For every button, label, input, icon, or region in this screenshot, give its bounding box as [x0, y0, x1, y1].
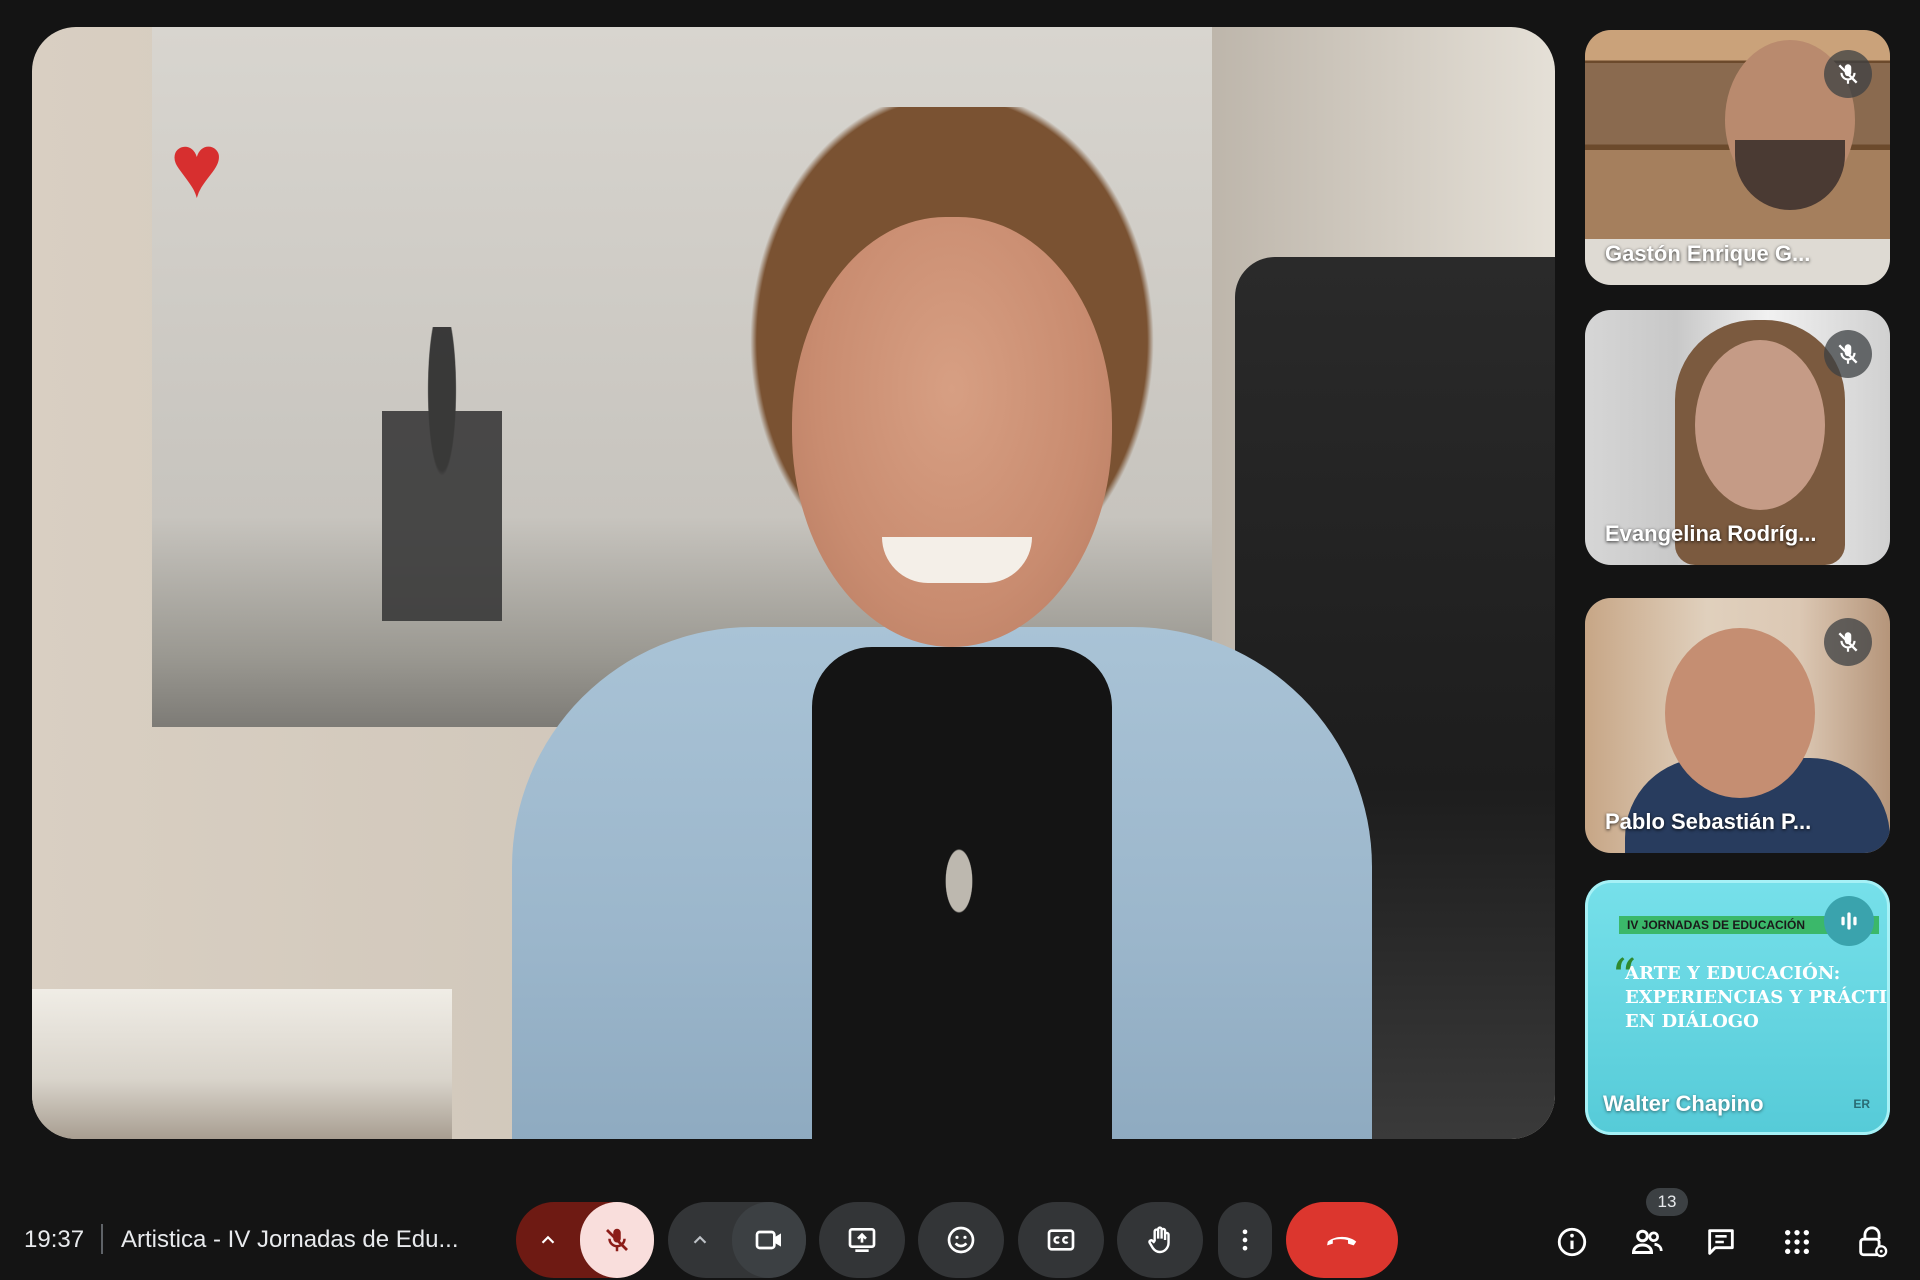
present-screen-button[interactable] — [819, 1202, 905, 1278]
paper-stack — [32, 989, 452, 1139]
participant-tile[interactable]: Pablo Sebastián P... — [1585, 598, 1890, 853]
meeting-title[interactable]: Artistica - IV Jornadas de Edu... — [121, 1226, 459, 1254]
people-button[interactable] — [1621, 1216, 1673, 1268]
leave-call-button[interactable] — [1286, 1202, 1398, 1278]
emoji-reaction-button[interactable] — [918, 1202, 1004, 1278]
participant-tile[interactable]: Gastón Enrique G... — [1585, 30, 1890, 285]
apps-icon — [1785, 1230, 1809, 1254]
meeting-details-button[interactable] — [1546, 1216, 1598, 1268]
chat-button[interactable] — [1695, 1216, 1747, 1268]
heart-balloon-graphic: ♥ — [170, 117, 224, 217]
participant-tile[interactable]: Evangelina Rodríg... — [1585, 310, 1890, 565]
speaking-indicator-icon — [1824, 896, 1874, 946]
emoji-icon — [947, 1226, 975, 1254]
more-vert-icon — [1242, 1229, 1248, 1251]
video-settings-chevron-icon[interactable] — [668, 1202, 732, 1278]
mic-off-button[interactable] — [580, 1202, 654, 1278]
mic-control-group — [516, 1202, 654, 1278]
camera-button[interactable] — [732, 1202, 806, 1278]
mic-muted-icon — [1824, 50, 1872, 98]
raise-hand-icon — [1148, 1226, 1170, 1254]
participant-name: Walter Chapino — [1603, 1091, 1764, 1116]
meet-window: ♥ Gastón Enrique G... Evangelina Rodríg.… — [0, 0, 1920, 1280]
people-icon — [1631, 1229, 1663, 1254]
participant-tile-presenter[interactable]: IV JORNADAS DE EDUCACIÓN “ ARTE Y EDUCAC… — [1585, 880, 1890, 1135]
info-icon — [1557, 1227, 1587, 1257]
participant-name: Gastón Enrique G... — [1605, 241, 1811, 266]
captions-icon — [1047, 1229, 1075, 1251]
organization-logo: ER — [1853, 1097, 1870, 1111]
bottom-control-bar: 19:37 Artistica - IV Jornadas de Edu... — [0, 1180, 1920, 1280]
participant-name: Pablo Sebastián P... — [1605, 809, 1812, 834]
presentation-title: ARTE Y EDUCACIÓN: EXPERIENCIAS Y PRÁCTI … — [1625, 963, 1888, 1032]
present-screen-icon — [848, 1228, 876, 1252]
raise-hand-button[interactable] — [1117, 1202, 1203, 1278]
activities-button[interactable] — [1771, 1216, 1823, 1268]
main-speaker-video[interactable]: ♥ — [32, 27, 1555, 1139]
camera-control-group — [668, 1202, 806, 1278]
host-controls-button[interactable] — [1846, 1216, 1898, 1268]
mic-muted-icon — [1824, 618, 1872, 666]
divider — [101, 1224, 103, 1254]
girl-with-balloon-graphic — [382, 327, 502, 747]
captions-button[interactable] — [1018, 1202, 1104, 1278]
meeting-clock: 19:37 — [24, 1226, 85, 1253]
chat-icon — [1708, 1229, 1734, 1255]
more-options-button[interactable] — [1218, 1202, 1272, 1278]
participant-count-badge: 13 — [1646, 1188, 1688, 1216]
mic-muted-icon — [1824, 330, 1872, 378]
main-speaker-person — [512, 107, 1372, 1139]
participant-name: Evangelina Rodríg... — [1605, 521, 1817, 546]
audio-settings-chevron-icon[interactable] — [516, 1202, 580, 1278]
leave-call-icon — [1327, 1236, 1357, 1246]
host-controls-icon — [1859, 1226, 1888, 1258]
